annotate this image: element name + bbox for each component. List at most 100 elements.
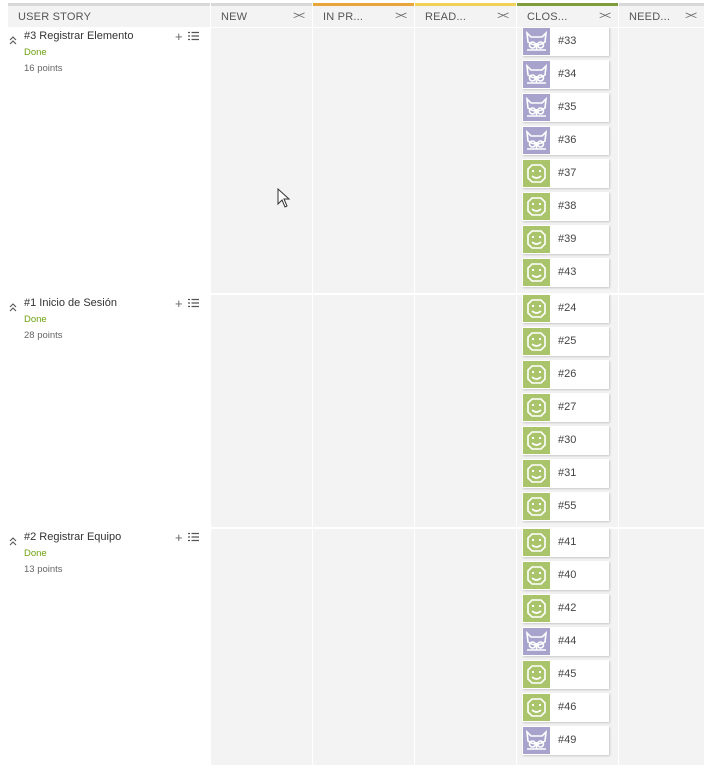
swimlane: #1 Inicio de Sesión Done 28 points + #24 #25 #…: [0, 294, 704, 527]
column-header-status-2[interactable]: IN PR... ><: [313, 3, 414, 27]
fold-column-icon[interactable]: ><: [685, 10, 697, 22]
task-card[interactable]: #41: [522, 528, 609, 557]
task-card[interactable]: #40: [522, 561, 609, 590]
user-story-title[interactable]: #2 Registrar Equipo: [24, 531, 121, 543]
avatar: [523, 61, 550, 88]
chevron-up-icon[interactable]: [9, 533, 17, 546]
task-ref[interactable]: #55: [558, 500, 576, 512]
task-ref[interactable]: #45: [558, 668, 576, 680]
task-ref[interactable]: #35: [558, 101, 576, 113]
column-header-status-5[interactable]: NEED... ><: [619, 3, 704, 27]
story-actions: +: [175, 29, 204, 44]
task-ref[interactable]: #39: [558, 233, 576, 245]
avatar: [523, 661, 550, 688]
task-card[interactable]: #44: [522, 627, 609, 656]
task-card[interactable]: #46: [522, 693, 609, 722]
task-ref[interactable]: #43: [558, 266, 576, 278]
task-card[interactable]: #24: [522, 294, 609, 323]
status-cell[interactable]: [415, 529, 516, 765]
user-story-card: #3 Registrar Elemento Done 16 points +: [0, 28, 210, 293]
user-story-title[interactable]: #1 Inicio de Sesión: [24, 297, 117, 309]
task-ref[interactable]: #25: [558, 335, 576, 347]
fold-column-icon[interactable]: ><: [497, 10, 509, 22]
task-card[interactable]: #26: [522, 360, 609, 389]
task-card[interactable]: #34: [522, 60, 609, 89]
task-ref[interactable]: #42: [558, 602, 576, 614]
column-header-status-4[interactable]: CLOS... ><: [517, 3, 618, 27]
avatar: [523, 427, 550, 454]
avatar: [523, 94, 550, 121]
task-card[interactable]: #55: [522, 492, 609, 521]
chevron-up-icon[interactable]: [9, 299, 17, 312]
status-badge: Done: [24, 47, 47, 58]
task-card[interactable]: #39: [522, 225, 609, 254]
avatar: [523, 595, 550, 622]
task-ref[interactable]: #46: [558, 701, 576, 713]
task-card[interactable]: #31: [522, 459, 609, 488]
story-points: 28 points: [24, 330, 63, 341]
task-card[interactable]: #33: [522, 27, 609, 56]
task-card[interactable]: #42: [522, 594, 609, 623]
task-ref[interactable]: #24: [558, 302, 576, 314]
task-ref[interactable]: #34: [558, 68, 576, 80]
task-ref[interactable]: #36: [558, 134, 576, 146]
task-ref[interactable]: #31: [558, 467, 576, 479]
avatar: [523, 160, 550, 187]
list-icon[interactable]: [187, 530, 199, 545]
avatar: [523, 394, 550, 421]
task-ref[interactable]: #30: [558, 434, 576, 446]
avatar: [523, 460, 550, 487]
list-icon[interactable]: [187, 29, 199, 44]
fold-column-icon[interactable]: ><: [293, 10, 305, 22]
status-cell[interactable]: [415, 28, 516, 293]
status-cell[interactable]: [619, 28, 704, 293]
mouse-cursor-icon: [277, 188, 291, 208]
plus-icon[interactable]: +: [175, 29, 183, 44]
task-ref[interactable]: #26: [558, 368, 576, 380]
user-story-title[interactable]: #3 Registrar Elemento: [24, 30, 133, 42]
column-title: READ...: [425, 11, 467, 23]
task-ref[interactable]: #40: [558, 569, 576, 581]
story-actions: +: [175, 530, 204, 545]
task-ref[interactable]: #27: [558, 401, 576, 413]
status-cell[interactable]: [619, 295, 704, 527]
status-cell[interactable]: [415, 295, 516, 527]
task-ref[interactable]: #49: [558, 734, 576, 746]
task-card[interactable]: #45: [522, 660, 609, 689]
fold-column-icon[interactable]: ><: [395, 10, 407, 22]
plus-icon[interactable]: +: [175, 296, 183, 311]
status-cell[interactable]: [313, 295, 414, 527]
status-cell[interactable]: [313, 28, 414, 293]
task-ref[interactable]: #33: [558, 35, 576, 47]
task-card[interactable]: #25: [522, 327, 609, 356]
chevron-up-icon[interactable]: [9, 32, 17, 45]
task-ref[interactable]: #37: [558, 167, 576, 179]
task-card[interactable]: #35: [522, 93, 609, 122]
task-card[interactable]: #36: [522, 126, 609, 155]
task-card[interactable]: #38: [522, 192, 609, 221]
user-story-card: #2 Registrar Equipo Done 13 points +: [0, 529, 210, 765]
avatar: [523, 628, 550, 655]
status-cell[interactable]: [211, 28, 312, 293]
column-header-status-1[interactable]: NEW ><: [211, 3, 312, 27]
avatar: [523, 259, 550, 286]
task-card[interactable]: #37: [522, 159, 609, 188]
column-header-status-3[interactable]: READ... ><: [415, 3, 516, 27]
avatar: [523, 694, 550, 721]
task-card[interactable]: #30: [522, 426, 609, 455]
task-ref[interactable]: #44: [558, 635, 576, 647]
status-cell[interactable]: [619, 529, 704, 765]
status-cell[interactable]: [211, 529, 312, 765]
task-card[interactable]: #49: [522, 726, 609, 755]
status-cell[interactable]: [313, 529, 414, 765]
task-ref[interactable]: #38: [558, 200, 576, 212]
status-cell[interactable]: [211, 295, 312, 527]
plus-icon[interactable]: +: [175, 530, 183, 545]
list-icon[interactable]: [187, 296, 199, 311]
fold-column-icon[interactable]: ><: [599, 10, 611, 22]
task-card[interactable]: #43: [522, 258, 609, 287]
task-card[interactable]: #27: [522, 393, 609, 422]
column-header-user-story: USER STORY: [8, 3, 210, 27]
story-actions: +: [175, 296, 204, 311]
task-ref[interactable]: #41: [558, 536, 576, 548]
